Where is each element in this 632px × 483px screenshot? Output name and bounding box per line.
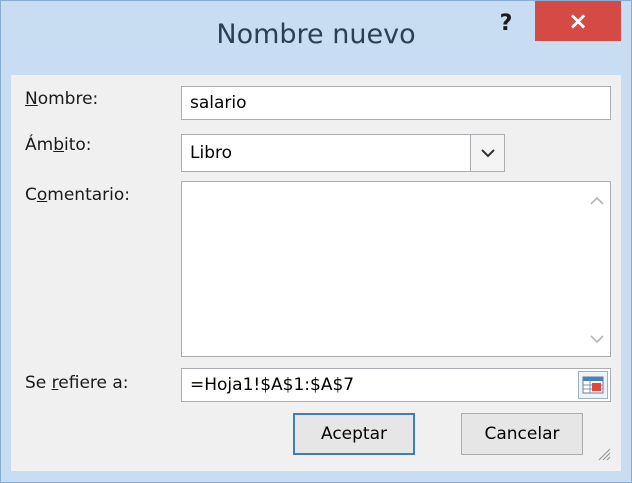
chevron-down-icon	[481, 149, 495, 158]
name-label: Nombre:	[25, 89, 99, 109]
collapse-dialog-icon	[582, 376, 604, 394]
comment-label: Comentario:	[25, 185, 130, 205]
close-icon: ×	[567, 7, 589, 35]
refers-to-input[interactable]: =Hoja1!$A$1:$A$7	[181, 368, 611, 402]
name-value: salario	[190, 93, 247, 113]
resize-grip-icon[interactable]	[597, 447, 611, 461]
refers-to-value: =Hoja1!$A$1:$A$7	[190, 375, 355, 395]
dialog-body: Nombre: salario Ámbito: Libro Comentario…	[11, 75, 621, 471]
title-bar[interactable]: Nombre nuevo ? ×	[1, 1, 631, 75]
help-button[interactable]: ?	[491, 9, 521, 39]
new-name-dialog: Nombre nuevo ? × Nombre: salario Ámbito:…	[0, 0, 632, 483]
scope-label: Ámbito:	[25, 135, 92, 155]
range-selector-button[interactable]	[578, 371, 608, 399]
help-icon: ?	[499, 11, 513, 36]
scroll-down-icon[interactable]	[588, 332, 606, 346]
close-button[interactable]: ×	[535, 1, 621, 41]
ok-button[interactable]: Aceptar	[293, 413, 415, 455]
name-input[interactable]: salario	[181, 86, 611, 120]
scope-value: Libro	[190, 143, 233, 163]
scope-dropdown-button[interactable]	[470, 135, 504, 171]
cancel-button[interactable]: Cancelar	[461, 413, 583, 455]
comment-textarea[interactable]	[181, 181, 611, 357]
refers-to-label: Se refiere a:	[25, 373, 129, 393]
scope-select[interactable]: Libro	[181, 134, 505, 172]
scroll-up-icon[interactable]	[588, 194, 606, 208]
